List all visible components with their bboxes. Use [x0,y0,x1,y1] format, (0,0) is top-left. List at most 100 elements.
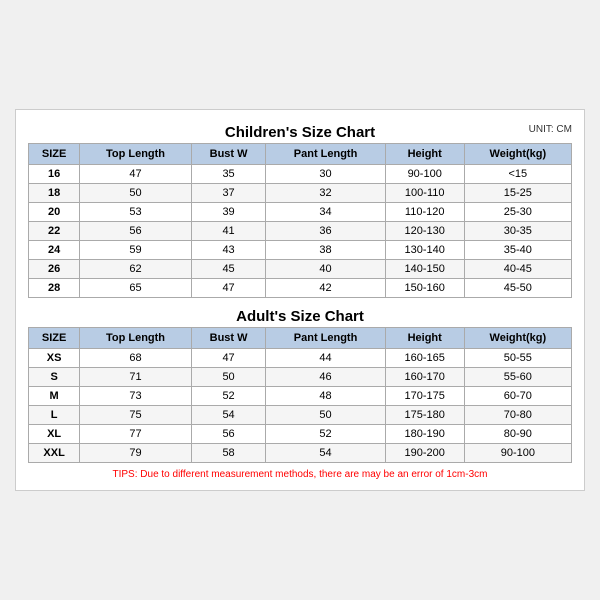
children-header-row: SIZE Top Length Bust W Pant Length Heigh… [29,144,572,165]
table-cell: 32 [266,184,385,203]
table-cell: 43 [191,241,266,260]
table-cell: 54 [191,406,266,425]
table-cell: 180-190 [385,425,464,444]
table-cell: 160-170 [385,368,464,387]
table-cell: 56 [80,222,192,241]
table-cell: 90-100 [385,165,464,184]
table-cell: 28 [29,279,80,298]
table-row: 26624540140-15040-45 [29,260,572,279]
table-cell: XXL [29,444,80,463]
table-cell: 50-55 [464,349,571,368]
table-cell: 62 [80,260,192,279]
table-cell: 45-50 [464,279,571,298]
table-cell: 44 [266,349,385,368]
table-cell: 30-35 [464,222,571,241]
table-cell: XS [29,349,80,368]
table-cell: 15-25 [464,184,571,203]
table-cell: 110-120 [385,203,464,222]
adult-col-header-weight: Weight(kg) [464,328,571,349]
table-cell: 40-45 [464,260,571,279]
table-cell: <15 [464,165,571,184]
adult-header-row: SIZE Top Length Bust W Pant Length Heigh… [29,328,572,349]
table-row: 18503732100-11015-25 [29,184,572,203]
table-cell: 160-165 [385,349,464,368]
table-cell: 47 [80,165,192,184]
table-cell: 120-130 [385,222,464,241]
table-cell: 140-150 [385,260,464,279]
table-cell: 45 [191,260,266,279]
unit-label: UNIT: CM [529,124,572,135]
table-cell: 37 [191,184,266,203]
table-cell: XL [29,425,80,444]
table-row: L755450175-18070-80 [29,406,572,425]
table-cell: 55-60 [464,368,571,387]
table-cell: 40 [266,260,385,279]
table-cell: 80-90 [464,425,571,444]
col-header-bust-w: Bust W [191,144,266,165]
adult-title-text: Adult's Size Chart [236,308,364,325]
table-row: XS684744160-16550-55 [29,349,572,368]
table-cell: 150-160 [385,279,464,298]
table-cell: 73 [80,387,192,406]
table-cell: 170-175 [385,387,464,406]
table-cell: 35-40 [464,241,571,260]
tips-text: TIPS: Due to different measurement metho… [28,469,572,480]
table-cell: 50 [266,406,385,425]
table-cell: 48 [266,387,385,406]
table-cell: 70-80 [464,406,571,425]
table-row: XXL795854190-20090-100 [29,444,572,463]
table-cell: 47 [191,349,266,368]
table-cell: 26 [29,260,80,279]
adult-table: SIZE Top Length Bust W Pant Length Heigh… [28,327,572,463]
table-cell: 175-180 [385,406,464,425]
table-cell: 20 [29,203,80,222]
table-cell: 52 [191,387,266,406]
table-cell: 56 [191,425,266,444]
table-cell: 35 [191,165,266,184]
table-cell: 46 [266,368,385,387]
table-cell: 30 [266,165,385,184]
table-cell: 90-100 [464,444,571,463]
table-row: 22564136120-13030-35 [29,222,572,241]
table-cell: 75 [80,406,192,425]
col-header-size: SIZE [29,144,80,165]
table-cell: 36 [266,222,385,241]
col-header-weight: Weight(kg) [464,144,571,165]
children-section-title: Children's Size Chart UNIT: CM [28,120,572,143]
table-cell: L [29,406,80,425]
table-cell: 18 [29,184,80,203]
table-row: XL775652180-19080-90 [29,425,572,444]
table-cell: 41 [191,222,266,241]
adult-section-title: Adult's Size Chart [28,304,572,327]
table-row: 28654742150-16045-50 [29,279,572,298]
table-cell: 53 [80,203,192,222]
table-cell: 130-140 [385,241,464,260]
table-cell: 79 [80,444,192,463]
table-cell: M [29,387,80,406]
table-cell: 34 [266,203,385,222]
adult-col-header-size: SIZE [29,328,80,349]
table-row: 20533934110-12025-30 [29,203,572,222]
table-cell: 77 [80,425,192,444]
adult-col-header-bust-w: Bust W [191,328,266,349]
table-row: 24594338130-14035-40 [29,241,572,260]
adult-col-header-pant-length: Pant Length [266,328,385,349]
table-cell: 59 [80,241,192,260]
table-cell: 50 [191,368,266,387]
table-cell: 68 [80,349,192,368]
table-cell: 58 [191,444,266,463]
table-cell: 54 [266,444,385,463]
table-cell: 24 [29,241,80,260]
table-cell: 38 [266,241,385,260]
table-cell: 52 [266,425,385,444]
col-header-height: Height [385,144,464,165]
table-cell: 39 [191,203,266,222]
table-cell: 25-30 [464,203,571,222]
table-row: S715046160-17055-60 [29,368,572,387]
table-cell: 47 [191,279,266,298]
table-cell: 71 [80,368,192,387]
table-cell: S [29,368,80,387]
table-row: 1647353090-100<15 [29,165,572,184]
table-row: M735248170-17560-70 [29,387,572,406]
col-header-top-length: Top Length [80,144,192,165]
